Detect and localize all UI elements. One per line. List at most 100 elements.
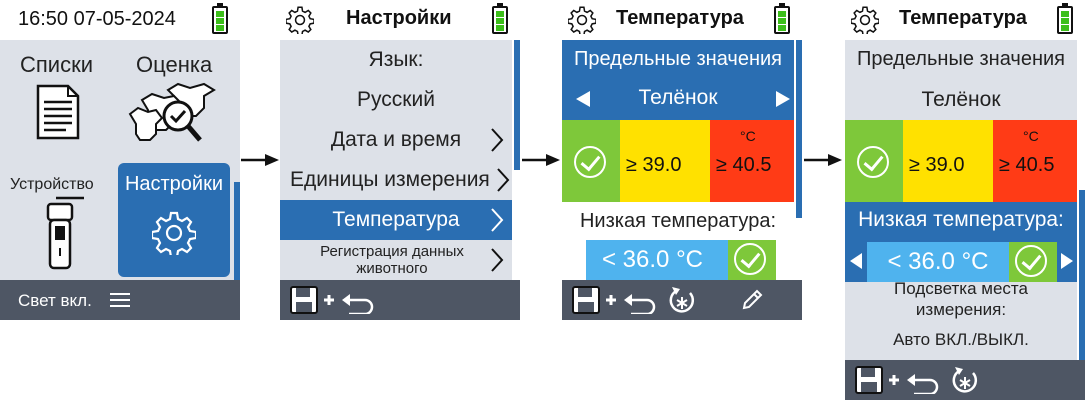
temperature-panel: Предельные значения Телёнок ≥ 39.0 °C ≥ …	[562, 40, 794, 280]
menu-item-temperature[interactable]: Температура	[280, 200, 512, 240]
gear-icon	[568, 6, 596, 34]
unit-label: °C	[740, 128, 756, 144]
low-temp-label: Низкая температура:	[858, 208, 1064, 231]
temperature-panel: Предельные значения Телёнок ≥ 39.0 °C ≥ …	[845, 40, 1077, 360]
menu-item-label: Единицы измерения	[290, 168, 490, 191]
scrollbar[interactable]	[234, 182, 240, 280]
menu-item-label: Дата и время	[330, 128, 462, 151]
tile-lists[interactable]: Списки	[0, 40, 118, 160]
low-temp-section: Низкая температура: < 36.0 °C	[562, 202, 794, 280]
zone-fever-value: ≥ 40.5	[716, 154, 772, 176]
arrow-right-icon	[522, 154, 560, 166]
save-and-back-icon[interactable]	[572, 286, 656, 314]
screen-home: 16:50 07-05-2024 Списки Оценка Устройств…	[0, 0, 240, 320]
menu-item-animal-registration[interactable]: Регистрация данных животного	[280, 240, 512, 280]
status-bar: 16:50 07-05-2024	[0, 0, 240, 40]
screen-temperature: Температура Предельные значения Телёнок …	[562, 0, 802, 320]
arrow-right-icon	[241, 154, 279, 166]
page-title: Температура	[616, 7, 744, 29]
limits-title: Предельные значения	[857, 48, 1065, 70]
scrollbar[interactable]	[1079, 190, 1085, 360]
battery-icon	[212, 3, 228, 34]
backlight-value[interactable]: Авто ВКЛ./ВЫКЛ.	[845, 330, 1077, 350]
menu-item-date-time[interactable]: Дата и время	[280, 120, 512, 160]
battery-icon	[1057, 3, 1073, 34]
zone-elevated: ≥ 39.0	[620, 120, 710, 202]
check-icon	[857, 146, 889, 178]
scrollbar[interactable]	[796, 40, 802, 218]
limits-title: Предельные значения	[574, 48, 782, 70]
footer-bar	[280, 280, 520, 320]
hamburger-menu-icon[interactable]	[110, 292, 130, 308]
language-value[interactable]: Русский	[280, 80, 512, 120]
scrollbar[interactable]	[514, 40, 520, 170]
tile-lists-label: Списки	[20, 52, 94, 77]
tile-device[interactable]: Устройство	[0, 160, 118, 280]
low-temp-enabled[interactable]	[1009, 242, 1057, 282]
header: Температура	[845, 0, 1085, 40]
chevron-right-icon	[497, 168, 510, 192]
document-list-icon	[36, 84, 80, 140]
low-temp-value-text: < 36.0 °C	[602, 246, 703, 273]
page-title: Температура	[899, 7, 1027, 29]
reset-icon[interactable]	[951, 365, 979, 395]
zone-elevated-value: ≥ 39.0	[626, 154, 682, 176]
animal-selector[interactable]: Телёнок	[562, 86, 794, 110]
temperature-zones: ≥ 39.0 °C ≥ 40.5	[562, 120, 794, 202]
tile-rating-label: Оценка	[136, 52, 213, 77]
zone-elevated: ≥ 39.0	[903, 120, 993, 202]
menu-item-label: Температура	[332, 208, 460, 231]
home-grid: Списки Оценка Устройство Настройки	[0, 40, 240, 280]
zone-elevated-value: ≥ 39.0	[909, 154, 965, 176]
gear-icon	[286, 6, 314, 34]
gear-icon	[152, 211, 196, 255]
check-icon	[1015, 245, 1047, 277]
check-icon	[574, 146, 606, 178]
arrow-right-icon[interactable]	[1059, 252, 1075, 270]
light-toggle-label[interactable]: Свет вкл.	[18, 291, 92, 311]
low-temp-section: Низкая температура: < 36.0 °C	[845, 202, 1077, 282]
header: Настройки	[280, 0, 520, 40]
chevron-right-icon	[491, 128, 504, 152]
footer-bar	[845, 360, 1085, 400]
check-icon	[734, 243, 766, 275]
battery-icon	[492, 3, 508, 34]
cows-magnifier-icon	[128, 82, 216, 142]
zone-fever: °C ≥ 40.5	[993, 120, 1077, 202]
edit-pencil-icon[interactable]	[740, 288, 764, 312]
screen-temperature-scrolled: Температура Предельные значения Телёнок …	[845, 0, 1085, 400]
menu-item-units[interactable]: Единицы измерения	[280, 160, 512, 200]
limits-header: Предельные значения Телёнок	[562, 40, 794, 120]
backlight-label: Подсветка места измерения:	[894, 279, 1028, 319]
arrow-left-icon[interactable]	[848, 252, 864, 270]
low-temp-value-text: < 36.0 °C	[887, 248, 989, 275]
zone-fever-value: ≥ 40.5	[999, 154, 1055, 176]
zone-fever: °C ≥ 40.5	[710, 120, 794, 202]
chevron-right-icon	[491, 208, 504, 232]
tile-settings-label: Настройки	[124, 173, 224, 195]
tile-settings[interactable]: Настройки	[118, 163, 230, 277]
language-label: Язык:	[368, 48, 424, 71]
save-and-back-icon[interactable]	[290, 286, 374, 314]
page-title: Настройки	[346, 7, 452, 29]
temperature-zones: ≥ 39.0 °C ≥ 40.5	[845, 120, 1077, 202]
clock: 16:50 07-05-2024	[18, 8, 176, 30]
header: Температура	[562, 0, 802, 40]
thermometer-device-icon	[46, 196, 84, 270]
animal-value: Телёнок	[921, 88, 1001, 111]
chevron-right-icon	[491, 248, 504, 272]
low-temp-value[interactable]: < 36.0 °C	[867, 242, 1009, 282]
tile-rating[interactable]: Оценка	[118, 40, 240, 160]
footer-bar: Свет вкл.	[0, 280, 240, 320]
low-temp-enabled[interactable]	[728, 240, 776, 280]
footer-bar	[562, 280, 802, 320]
arrow-right-icon[interactable]	[774, 90, 792, 108]
settings-list: Язык: Русский Дата и время Единицы измер…	[280, 40, 512, 280]
unit-label: °C	[1023, 128, 1039, 144]
battery-icon	[774, 3, 790, 34]
gear-icon	[851, 6, 879, 34]
zone-normal	[562, 120, 620, 202]
reset-icon[interactable]	[668, 285, 696, 315]
save-and-back-icon[interactable]	[855, 366, 939, 394]
low-temp-label: Низкая температура:	[579, 210, 776, 232]
